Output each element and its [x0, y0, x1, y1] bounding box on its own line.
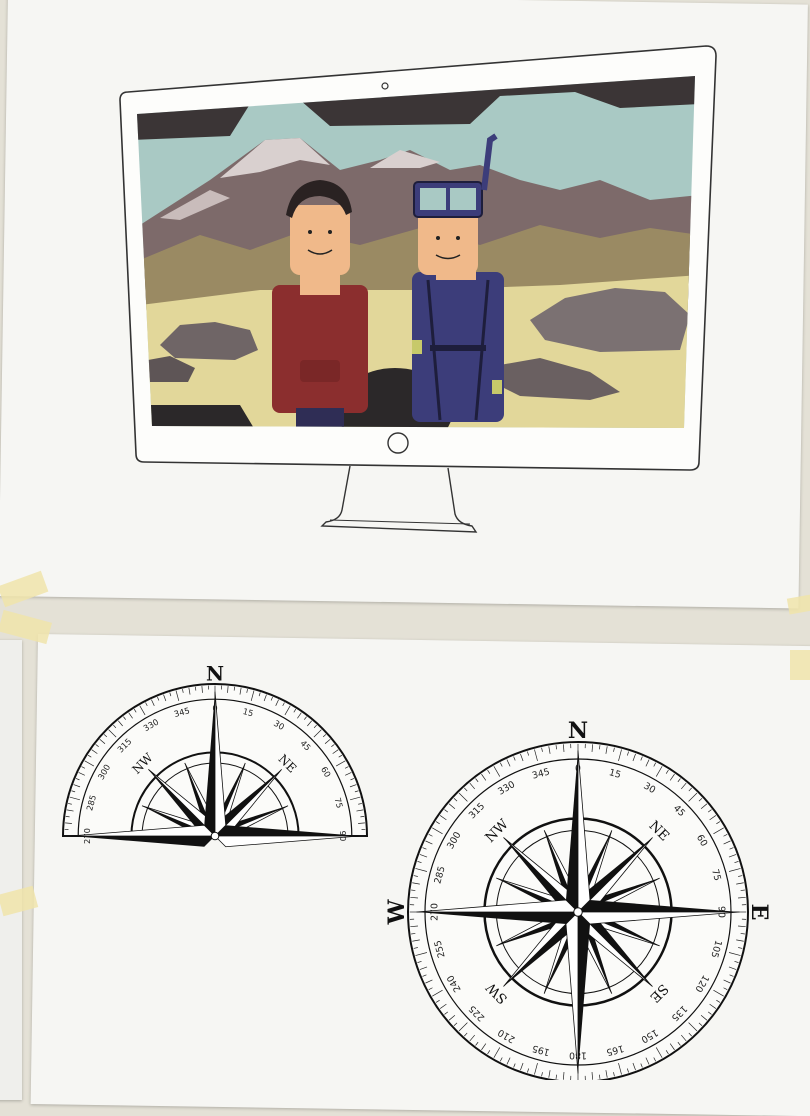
cardinal-label: N	[568, 718, 588, 744]
rose-center	[211, 832, 219, 840]
compass-drawings: 0153045607590270285300315330345NNWNE 015…	[0, 0, 810, 1080]
large-compass: 0153045607590105120135150165180195210225…	[384, 718, 772, 1080]
cardinal-label: E	[746, 904, 772, 921]
cardinal-label: W	[384, 898, 410, 925]
rose-point	[71, 836, 215, 847]
cardinal-label: N	[206, 661, 224, 685]
rose-center	[574, 908, 583, 917]
small-compass: 0153045607590270285300315330345NNWNE	[63, 661, 367, 846]
rose-point	[215, 836, 359, 847]
